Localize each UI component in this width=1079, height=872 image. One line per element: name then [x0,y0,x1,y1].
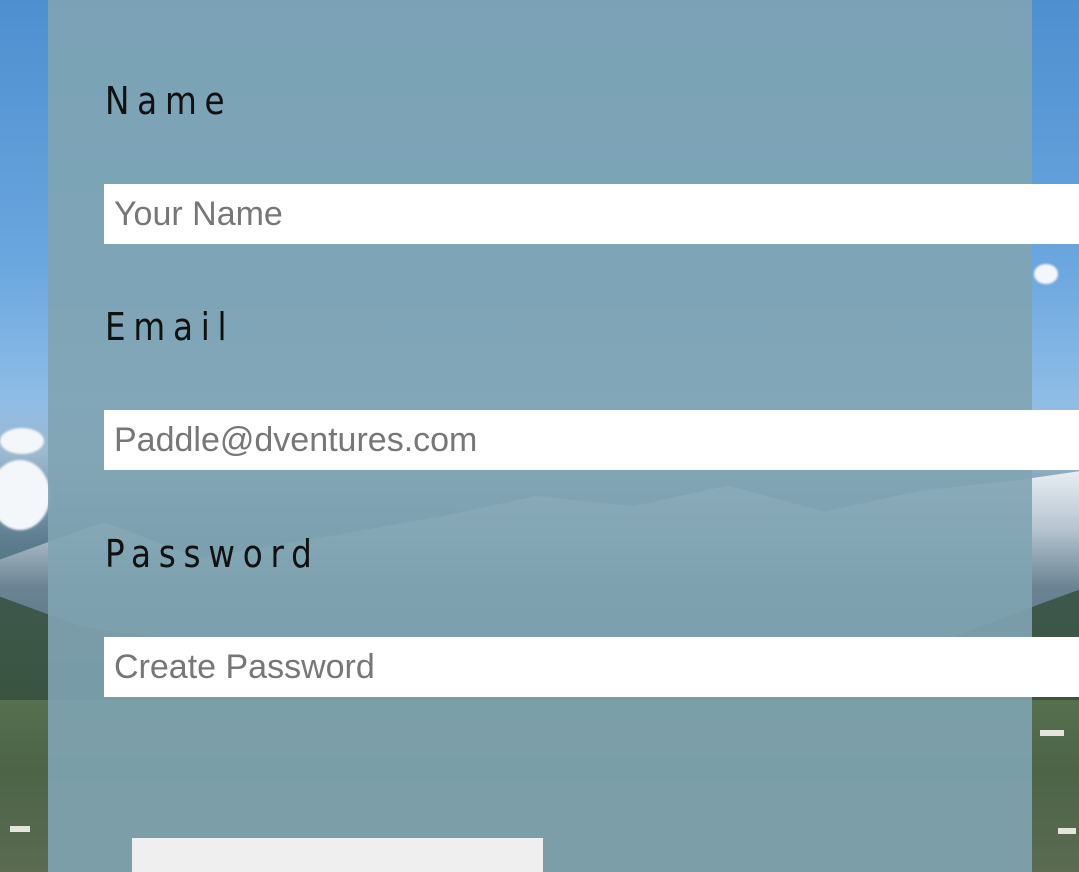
email-input[interactable] [104,410,1079,470]
password-label: Password [105,532,320,576]
password-input[interactable] [104,637,1079,697]
email-label: Email [105,305,235,349]
name-label: Name [105,79,233,123]
name-input[interactable] [104,184,1079,244]
signup-screen: Name Email Password [0,0,1079,872]
submit-button[interactable] [132,838,543,872]
